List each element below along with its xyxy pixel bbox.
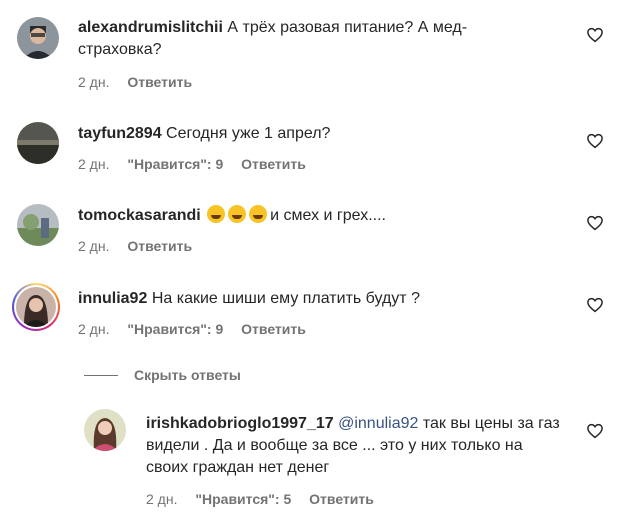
comment-age: 2 дн. <box>78 74 110 90</box>
grinning-tears-emoji <box>228 205 247 223</box>
comment-text: На какие шиши ему платить будут ? <box>151 290 420 307</box>
heart-outline-icon[interactable] <box>586 422 604 440</box>
comment-meta: 2 дн. Ответить <box>78 74 206 90</box>
comment-username[interactable]: irishkadobrioglo1997_17 <box>146 415 334 432</box>
reply-button[interactable]: Ответить <box>241 321 306 337</box>
reply-button[interactable]: Ответить <box>127 74 192 90</box>
hide-replies-button[interactable]: Скрыть ответы <box>84 365 241 385</box>
hide-replies-label: Скрыть ответы <box>134 367 241 383</box>
comment-age: 2 дн. <box>78 156 110 172</box>
story-ring[interactable] <box>12 283 60 331</box>
comment-meta: 2 дн. "Нравится": 5 Ответить <box>146 491 388 507</box>
comment-age: 2 дн. <box>78 321 110 337</box>
reply-button[interactable]: Ответить <box>241 156 306 172</box>
comment-body: innulia92 На какие шиши ему платить буду… <box>78 288 493 310</box>
grinning-tears-emoji <box>207 205 226 223</box>
avatar[interactable] <box>17 204 59 246</box>
comment-username[interactable]: innulia92 <box>78 290 147 307</box>
comment-body: alexandrumislitchii А трёх разовая питан… <box>78 17 493 61</box>
likes-count[interactable]: "Нравится": 5 <box>195 491 291 507</box>
comment-body: tayfun2894 Сегодня уже 1 апрел? <box>78 123 493 145</box>
avatar[interactable] <box>17 17 59 59</box>
comment-username[interactable]: tomockasarandi <box>78 207 201 224</box>
heart-outline-icon[interactable] <box>586 26 604 44</box>
comment-text: и смех и грех.... <box>270 207 386 224</box>
likes-count[interactable]: "Нравится": 9 <box>127 156 223 172</box>
comment-body: irishkadobrioglo1997_17 @innulia92 так в… <box>146 413 564 479</box>
comment-meta: 2 дн. "Нравится": 9 Ответить <box>78 156 320 172</box>
reply-button[interactable]: Ответить <box>309 491 374 507</box>
comment-age: 2 дн. <box>78 238 110 254</box>
comment-username[interactable]: tayfun2894 <box>78 125 162 142</box>
heart-outline-icon[interactable] <box>586 296 604 314</box>
comment-username[interactable]: alexandrumislitchii <box>78 19 223 36</box>
comment-text: Сегодня уже 1 апрел? <box>166 125 331 142</box>
grinning-tears-emoji <box>249 205 268 223</box>
avatar <box>16 287 56 327</box>
comment-body: tomockasarandi и смех и грех.... <box>78 205 493 227</box>
likes-count[interactable]: "Нравится": 9 <box>127 321 223 337</box>
reply-button[interactable]: Ответить <box>127 238 192 254</box>
comment-age: 2 дн. <box>146 491 178 507</box>
avatar[interactable] <box>84 409 126 451</box>
comment-meta: 2 дн. Ответить <box>78 238 206 254</box>
heart-outline-icon[interactable] <box>586 214 604 232</box>
hide-replies-divider <box>84 374 118 376</box>
heart-outline-icon[interactable] <box>586 132 604 150</box>
mention-link[interactable]: @innulia92 <box>338 415 418 432</box>
comment-meta: 2 дн. "Нравится": 9 Ответить <box>78 321 320 337</box>
avatar[interactable] <box>17 122 59 164</box>
